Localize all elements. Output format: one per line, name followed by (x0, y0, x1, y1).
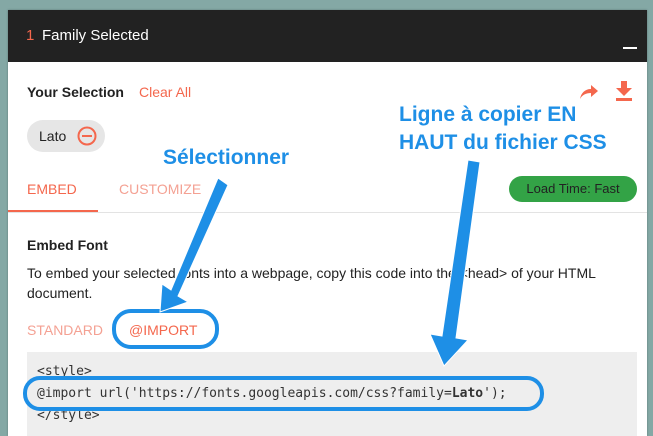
code-line-style-open: <style> (37, 364, 92, 379)
load-time-badge: Load Time: Fast (509, 176, 637, 202)
your-selection-label: Your Selection (27, 84, 124, 100)
option-import[interactable]: @IMPORT (129, 322, 197, 338)
tab-customize[interactable]: CUSTOMIZE (119, 181, 201, 197)
code-line-import: @import url('https://fonts.googleapis.co… (37, 386, 507, 401)
minimize-icon[interactable] (623, 47, 637, 49)
selection-header[interactable]: 1 Family Selected (8, 10, 647, 62)
download-icon[interactable] (615, 81, 633, 101)
remove-circle-icon[interactable] (77, 126, 97, 146)
embed-font-heading: Embed Font (27, 237, 108, 253)
tabs-divider (8, 212, 647, 213)
annotation-copy-line2: HAUT du fichier CSS (399, 131, 607, 154)
code-import-family: Lato (451, 386, 484, 401)
embed-code-block[interactable]: <style> @import url('https://fonts.googl… (27, 352, 637, 436)
family-chip-lato: Lato (27, 120, 105, 152)
annotation-copy-line1: Ligne à copier EN (399, 103, 577, 126)
family-count: 1 (26, 27, 35, 44)
code-import-suffix: '); (483, 386, 507, 401)
annotation-select: Sélectionner (163, 146, 290, 169)
font-selection-panel: 1 Family Selected Your Selection Clear A… (8, 10, 647, 436)
clear-all-link[interactable]: Clear All (139, 84, 191, 100)
header-title: Family Selected (42, 27, 149, 44)
code-line-style-close: </style> (37, 408, 100, 423)
option-standard[interactable]: STANDARD (27, 322, 103, 338)
embed-description: To embed your selected fonts into a webp… (27, 265, 596, 301)
tab-embed[interactable]: EMBED (27, 181, 77, 197)
family-chip-label: Lato (39, 128, 67, 144)
share-icon[interactable] (579, 83, 599, 101)
code-import-prefix: @import url('https://fonts.googleapis.co… (37, 386, 452, 401)
